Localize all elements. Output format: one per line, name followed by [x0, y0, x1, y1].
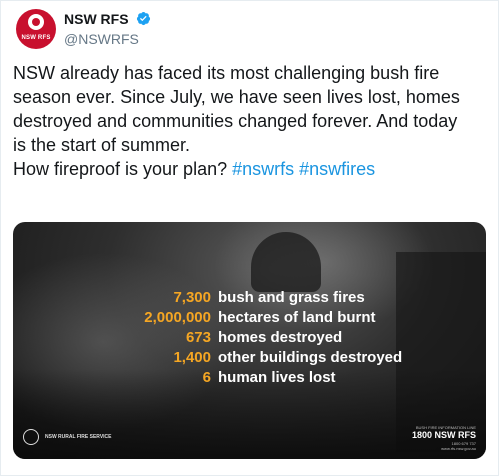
stat-label: hectares of land burnt — [218, 309, 376, 326]
rfs-logo-label: NSW RURAL FIRE SERVICE — [45, 434, 112, 440]
media-image[interactable]: 7,300 bush and grass fires 2,000,000 hec… — [13, 222, 486, 459]
stat-row: 673 homes destroyed — [13, 328, 486, 348]
tweet-card: NSW RFS NSW RFS @NSWRFS NSW already has … — [0, 0, 499, 476]
stat-value: 1,400 — [173, 349, 211, 366]
tweet-text-line: is the start of summer. — [13, 135, 191, 155]
display-name[interactable]: NSW RFS — [64, 11, 129, 27]
stat-row: 2,000,000 hectares of land burnt — [13, 308, 486, 328]
stat-value: 7,300 — [173, 289, 211, 306]
tweet-text: NSW already has faced its most challengi… — [13, 61, 489, 181]
info-line-url: www.rfs.nsw.gov.au — [441, 446, 476, 451]
hashtag-link[interactable]: #nswrfs — [232, 159, 294, 179]
tweet-question-line: How fireproof is your plan? #nswrfs #nsw… — [13, 157, 489, 181]
info-line-number: 1800 NSW RFS — [411, 430, 476, 440]
tweet-text-line: season ever. Since July, we have seen li… — [13, 87, 460, 107]
tweet-header: NSW RFS NSW RFS @NSWRFS — [16, 9, 486, 49]
stat-label: other buildings destroyed — [218, 349, 403, 366]
stat-label: bush and grass fires — [218, 289, 365, 306]
rfs-crest-icon — [28, 14, 44, 30]
stat-value: 6 — [202, 369, 211, 386]
tweet-question: How fireproof is your plan? — [13, 159, 228, 179]
avatar-label: NSW RFS — [21, 35, 51, 41]
tweet-text-line: NSW already has faced its most challengi… — [13, 63, 440, 83]
avatar[interactable]: NSW RFS — [16, 9, 56, 49]
stat-label: homes destroyed — [218, 329, 343, 346]
stat-row: 1,400 other buildings destroyed — [13, 348, 486, 368]
stat-value: 673 — [185, 329, 211, 346]
stat-row: 6 human lives lost — [13, 368, 486, 388]
stat-row: 7,300 bush and grass fires — [13, 288, 486, 308]
rfs-seal-icon — [23, 429, 39, 445]
hashtag-link[interactable]: #nswfires — [299, 159, 375, 179]
handle[interactable]: @NSWRFS — [64, 31, 151, 47]
stat-label: human lives lost — [218, 369, 336, 386]
stat-value: 2,000,000 — [144, 309, 211, 326]
tweet-text-line: destroyed and communities changed foreve… — [13, 111, 458, 131]
info-line-block: BUSH FIRE INFORMATION LINE 1800 NSW RFS … — [412, 425, 476, 451]
stats-list: 7,300 bush and grass fires 2,000,000 hec… — [13, 288, 486, 388]
verified-badge-icon — [136, 12, 151, 26]
author-names: NSW RFS @NSWRFS — [64, 10, 151, 47]
